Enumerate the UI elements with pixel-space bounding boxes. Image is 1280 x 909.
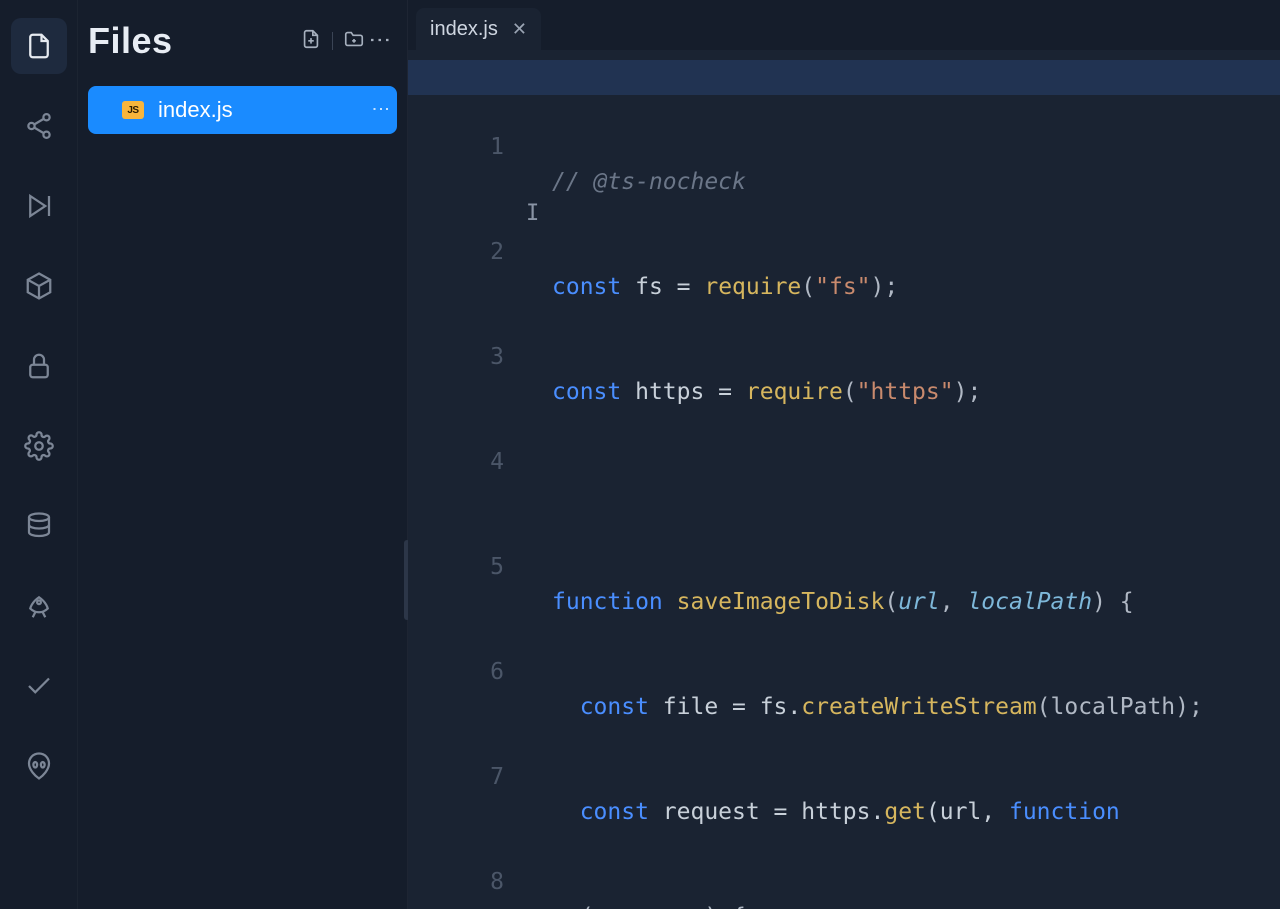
code-content[interactable]: I // @ts-nocheck const fs = require("fs"… xyxy=(530,50,1280,909)
line-gutter: 1 2 3 4 5 6 7 8 9 10 11 12 13 14 15 16 1… xyxy=(408,50,530,909)
activity-bar xyxy=(0,0,78,909)
tab-indexjs[interactable]: index.js ✕ xyxy=(416,8,541,50)
alien-icon[interactable] xyxy=(11,738,67,794)
file-item-indexjs[interactable]: JS index.js ⋮ xyxy=(88,86,397,134)
cube-icon[interactable] xyxy=(11,258,67,314)
new-file-icon[interactable] xyxy=(300,28,322,55)
gear-icon[interactable] xyxy=(11,418,67,474)
more-icon[interactable]: ⋮ xyxy=(371,29,389,54)
files-icon[interactable] xyxy=(11,18,67,74)
code-editor[interactable]: 1 2 3 4 5 6 7 8 9 10 11 12 13 14 15 16 1… xyxy=(408,50,1280,909)
divider xyxy=(332,32,333,50)
lock-icon[interactable] xyxy=(11,338,67,394)
tab-bar: index.js ✕ xyxy=(408,0,1280,50)
js-file-icon: JS xyxy=(122,101,144,119)
panel-title: Files xyxy=(88,20,300,62)
file-label: index.js xyxy=(158,97,379,123)
database-icon[interactable] xyxy=(11,498,67,554)
tab-label: index.js xyxy=(430,18,498,41)
share-icon[interactable] xyxy=(11,98,67,154)
rocket-icon[interactable] xyxy=(11,578,67,634)
run-icon[interactable] xyxy=(11,178,67,234)
file-more-icon[interactable]: ⋮ xyxy=(379,100,383,120)
new-folder-icon[interactable] xyxy=(343,28,365,55)
files-panel: Files ⋮ JS index.js ⋮ xyxy=(78,0,408,909)
check-icon[interactable] xyxy=(11,658,67,714)
editor-area: index.js ✕ 1 2 3 4 5 6 7 8 9 10 11 12 13… xyxy=(408,0,1280,909)
close-icon[interactable]: ✕ xyxy=(512,19,527,40)
